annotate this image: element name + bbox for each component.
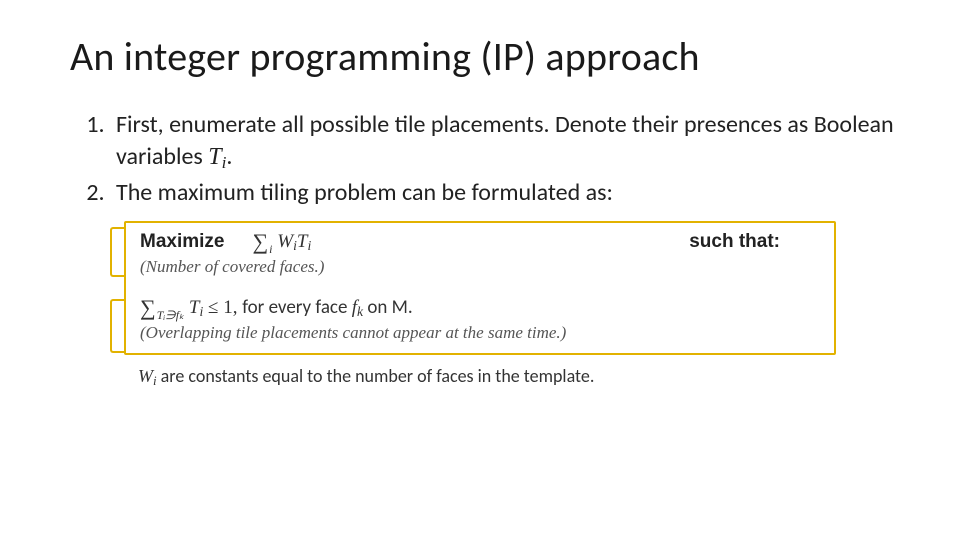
constraint-note: (Overlapping tile placements cannot appe… <box>140 323 820 343</box>
constraint-le1: ≤ 1, <box>203 297 242 318</box>
slide-title: An integer programming (IP) approach <box>70 32 900 81</box>
list-item-2-text: The maximum tiling problem can be formul… <box>116 178 613 207</box>
objective-note: (Number of covered faces.) <box>140 257 820 277</box>
list-item-1-text-b: . <box>226 142 232 171</box>
obj-T-sub: i <box>307 238 311 253</box>
footnote: Wi are constants equal to the number of … <box>138 365 818 389</box>
bracket-top <box>110 227 126 277</box>
constraint-on-M: on M. <box>363 296 413 319</box>
slide: An integer programming (IP) approach Fir… <box>0 0 960 540</box>
constraint-sigma-sub: Tᵢ∋fₖ <box>157 308 184 322</box>
var-T: T <box>208 144 221 170</box>
footnote-text: are constants equal to the number of fac… <box>157 365 595 387</box>
obj-T: T <box>297 231 308 252</box>
list-item-1: First, enumerate all possible tile place… <box>110 109 900 175</box>
list-item-2: The maximum tiling problem can be formul… <box>110 177 900 209</box>
footnote-W: W <box>138 366 153 386</box>
bracket-bottom <box>110 299 126 353</box>
maximize-label: Maximize <box>140 231 224 253</box>
sigma-sub: i <box>269 242 272 256</box>
constraint-row: ∑Tᵢ∋fₖ Ti ≤ 1, for every face fk on M. <box>140 295 820 323</box>
list-item-1-text-a: First, enumerate all possible tile place… <box>116 110 894 171</box>
obj-W: W <box>277 231 293 252</box>
formula-panel: Maximize ∑i WiTi such that: (Number of c… <box>124 221 836 355</box>
such-that-label: such that: <box>689 231 820 253</box>
objective-sum: ∑i WiTi <box>252 229 311 257</box>
constraint-sigma-icon: ∑ <box>140 295 156 321</box>
sigma-icon: ∑ <box>252 229 268 255</box>
panel-divider <box>140 277 820 295</box>
body-list: First, enumerate all possible tile place… <box>110 109 900 209</box>
constraint-T: T <box>189 297 200 318</box>
constraint-for-every: for every face <box>242 296 351 319</box>
objective-row: Maximize ∑i WiTi such that: <box>140 229 820 257</box>
